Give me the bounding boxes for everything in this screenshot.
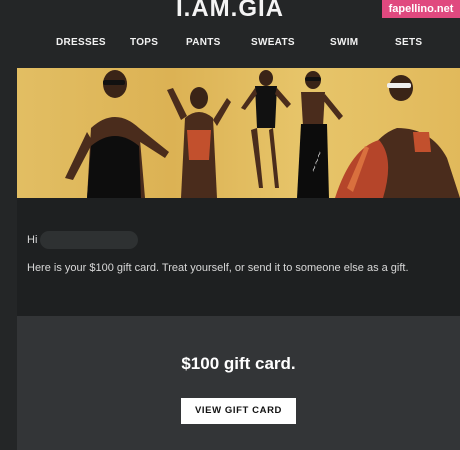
- model-figure-3: [241, 70, 291, 188]
- email-body: Hi Here is your $100 gift card. Treat yo…: [17, 198, 460, 316]
- hero-banner[interactable]: ~~~: [17, 68, 460, 198]
- model-figure-5: [335, 75, 460, 198]
- gift-card-panel: $100 gift card. VIEW GIFT CARD: [17, 316, 460, 450]
- hero-models-illustration: ~~~: [65, 70, 460, 198]
- nav-item-dresses[interactable]: DRESSES: [56, 37, 106, 48]
- category-nav: DRESSES TOPS PANTS SWEATS SWIM SETS: [56, 37, 426, 51]
- nav-item-swim[interactable]: SWIM: [330, 37, 358, 48]
- nav-item-pants[interactable]: PANTS: [186, 37, 221, 48]
- view-gift-card-button[interactable]: VIEW GIFT CARD: [181, 398, 296, 424]
- greeting-text: Hi: [27, 234, 38, 246]
- redacted-name: [40, 231, 138, 249]
- gift-card-title: $100 gift card.: [181, 354, 296, 373]
- nav-item-sets[interactable]: SETS: [395, 37, 422, 48]
- email-message: Here is your $100 gift card. Treat yours…: [27, 262, 409, 274]
- nav-item-sweats[interactable]: SWEATS: [251, 37, 295, 48]
- model-figure-2: [167, 87, 231, 198]
- watermark-label: fapellino.net: [382, 0, 460, 18]
- model-figure-4: ~~~: [297, 71, 343, 198]
- nav-item-tops[interactable]: TOPS: [130, 37, 158, 48]
- model-figure-1: [65, 70, 169, 198]
